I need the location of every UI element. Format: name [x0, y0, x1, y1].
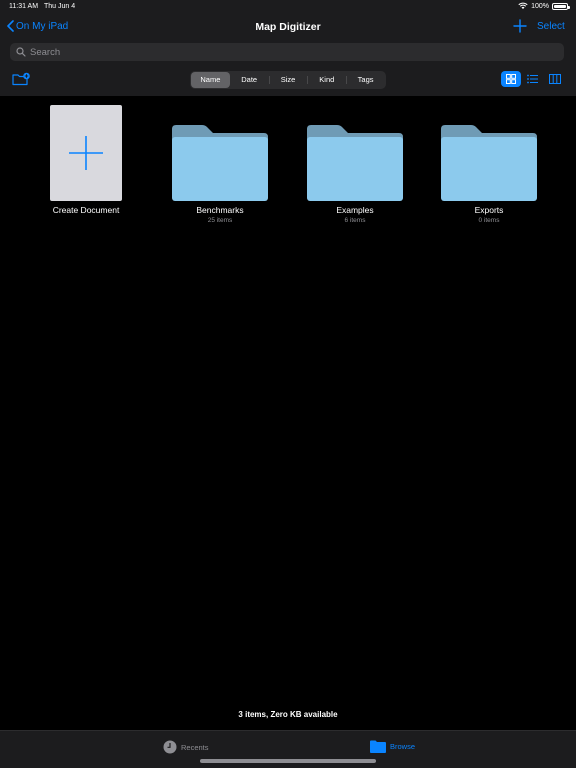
- sort-tags-button[interactable]: Tags: [346, 72, 385, 88]
- top-chrome: 11:31 AM Thu Jun 4 100% On My iPad Map D…: [0, 0, 576, 96]
- sort-name-button[interactable]: Name: [191, 72, 230, 88]
- item-name: Create Document: [52, 205, 120, 215]
- item-count: 6 items: [344, 217, 366, 224]
- folder-thumb: [288, 105, 422, 201]
- new-folder-icon[interactable]: [12, 72, 30, 86]
- home-indicator: [200, 759, 376, 763]
- folder-icon: [172, 125, 268, 201]
- folder-item[interactable]: Benchmarks 25 items: [153, 105, 287, 224]
- plus-icon: [69, 136, 103, 170]
- create-document-card: [50, 105, 122, 201]
- navigation-bar: On My iPad Map Digitizer Select: [0, 16, 576, 40]
- search-bar[interactable]: [10, 43, 564, 61]
- grid-view-button[interactable]: [501, 71, 521, 87]
- wifi-icon: [518, 2, 528, 9]
- folder-item[interactable]: Examples 6 items: [288, 105, 422, 224]
- item-name: Exports: [474, 205, 504, 215]
- tab-recents[interactable]: Recents: [163, 740, 209, 754]
- sort-size-button[interactable]: Size: [268, 72, 308, 88]
- create-document-thumb: [19, 105, 153, 201]
- select-button[interactable]: Select: [537, 21, 565, 32]
- folder-icon: [307, 125, 403, 201]
- list-view-button[interactable]: [523, 71, 543, 87]
- column-view-icon: [549, 74, 561, 84]
- tab-browse-label: Browse: [390, 742, 416, 751]
- item-count: 0 items: [478, 217, 500, 224]
- item-name: Examples: [336, 205, 374, 215]
- folder-icon: [370, 740, 386, 753]
- status-time: 11:31 AM: [9, 3, 39, 10]
- tab-browse[interactable]: Browse: [370, 740, 415, 753]
- status-right: 100%: [518, 2, 570, 10]
- add-icon[interactable]: [513, 19, 527, 33]
- back-button[interactable]: On My iPad: [7, 20, 68, 32]
- clock-icon: [163, 740, 177, 754]
- column-view-button[interactable]: [545, 71, 565, 87]
- list-view-icon: [527, 74, 538, 84]
- folder-item[interactable]: Exports 0 items: [422, 105, 556, 224]
- status-bar: 11:31 AM Thu Jun 4 100%: [0, 0, 576, 14]
- search-input[interactable]: [30, 46, 530, 58]
- create-document-item[interactable]: Create Document: [19, 105, 153, 215]
- sort-segmented-control: Name Date Size Kind Tags: [190, 71, 386, 89]
- back-button-label: On My iPad: [16, 20, 69, 32]
- files-browser-screen: 11:31 AM Thu Jun 4 100% On My iPad Map D…: [0, 0, 576, 768]
- search-icon: [16, 47, 26, 57]
- grid-view-icon: [506, 74, 516, 84]
- battery-percent: 100%: [531, 2, 549, 10]
- page-title: Map Digitizer: [255, 21, 321, 33]
- battery-fill: [554, 4, 566, 8]
- tab-recents-label: Recents: [181, 742, 209, 752]
- folder-thumb: [153, 105, 287, 201]
- item-count: 25 items: [207, 217, 233, 224]
- chevron-left-icon: [7, 20, 14, 32]
- folder-icon: [441, 125, 537, 201]
- storage-summary: 3 items, Zero KB available: [238, 710, 338, 719]
- status-date: Thu Jun 4: [44, 3, 76, 10]
- folder-thumb: [422, 105, 556, 201]
- sort-kind-button[interactable]: Kind: [307, 72, 346, 88]
- battery-icon: [552, 2, 570, 10]
- sort-date-button[interactable]: Date: [230, 72, 269, 88]
- item-name: Benchmarks: [196, 205, 244, 215]
